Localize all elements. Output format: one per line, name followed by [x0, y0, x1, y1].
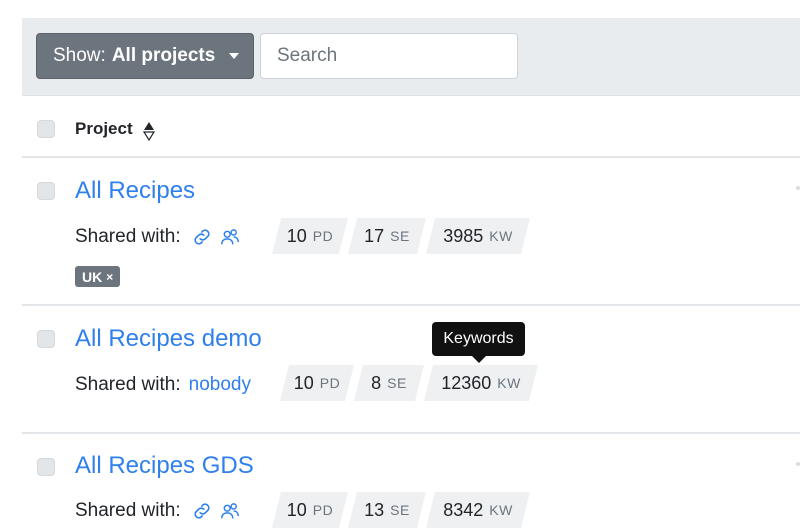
row-divider [22, 304, 800, 306]
kw-stat[interactable]: 12360 KW [424, 365, 538, 401]
se-stat: 13 SE [348, 492, 426, 528]
pd-unit: PD [312, 228, 334, 244]
users-icon[interactable] [219, 500, 241, 522]
pd-unit: PD [312, 502, 334, 518]
pd-unit: PD [319, 375, 341, 391]
row-edge-marker [796, 462, 800, 466]
kw-unit: KW [489, 502, 513, 518]
se-count: 17 [364, 225, 385, 246]
project-title-link[interactable]: All Recipes demo [75, 325, 262, 353]
pd-count: 10 [286, 499, 307, 520]
row-divider [22, 432, 800, 434]
shared-with-label: Shared with: [75, 374, 181, 395]
tag-label: UK [82, 268, 103, 285]
shared-with-label: Shared with: [75, 500, 181, 521]
toolbar: Show: All projects [22, 18, 800, 96]
table-header [22, 96, 800, 158]
search-input[interactable] [260, 33, 518, 79]
pd-stat: 10 PD [272, 218, 348, 254]
project-tag: UK × [75, 266, 121, 287]
shared-with-row: Shared with: [75, 500, 241, 522]
project-title-link[interactable]: All Recipes [75, 177, 195, 205]
shared-with-label: Shared with: [75, 226, 181, 247]
shared-with-row: Shared with: nobody [75, 374, 251, 396]
sort-icon[interactable] [143, 121, 155, 141]
se-stat: 17 SE [348, 218, 426, 254]
se-stat: 8 SE [354, 365, 424, 401]
users-icon[interactable] [219, 226, 241, 248]
tag-remove-icon[interactable]: × [106, 270, 113, 284]
caret-down-icon [229, 53, 240, 59]
se-unit: SE [390, 228, 410, 244]
project-column-header[interactable]: Project [75, 119, 133, 139]
se-count: 13 [364, 499, 385, 520]
shared-nobody-link[interactable]: nobody [189, 374, 251, 396]
project-checkbox[interactable] [37, 330, 55, 348]
kw-count: 3985 [443, 225, 484, 246]
project-stats: 10 PD 8 SE 12360 KW [280, 365, 538, 401]
pd-stat: 10 PD [272, 492, 348, 528]
show-value: All projects [111, 45, 216, 66]
project-stats: 10 PD 13 SE 8342 KW [272, 492, 530, 528]
tooltip-arrow [472, 356, 486, 363]
project-checkbox[interactable] [37, 182, 55, 200]
row-edge-marker [796, 186, 800, 190]
project-stats: 10 PD 17 SE 3985 KW [272, 218, 530, 254]
kw-unit: KW [497, 375, 521, 391]
project-title-link[interactable]: All Recipes GDS [75, 452, 254, 480]
kw-stat[interactable]: 3985 KW [426, 218, 530, 254]
kw-unit: KW [489, 228, 513, 244]
pd-count: 10 [286, 225, 307, 246]
show-projects-dropdown[interactable]: Show: All projects [36, 33, 254, 79]
kw-count: 8342 [443, 499, 484, 520]
pd-stat: 10 PD [280, 365, 354, 401]
se-unit: SE [390, 502, 410, 518]
link-icon[interactable] [191, 226, 213, 248]
keywords-tooltip: Keywords [432, 322, 525, 356]
se-count: 8 [371, 372, 382, 393]
shared-with-row: Shared with: [75, 226, 241, 248]
select-all-checkbox[interactable] [37, 120, 55, 138]
project-checkbox[interactable] [37, 458, 55, 476]
kw-count: 12360 [441, 372, 492, 393]
link-icon[interactable] [191, 500, 213, 522]
kw-stat[interactable]: 8342 KW [426, 492, 530, 528]
pd-count: 10 [293, 372, 314, 393]
se-unit: SE [387, 375, 407, 391]
show-label: Show: [53, 45, 106, 66]
